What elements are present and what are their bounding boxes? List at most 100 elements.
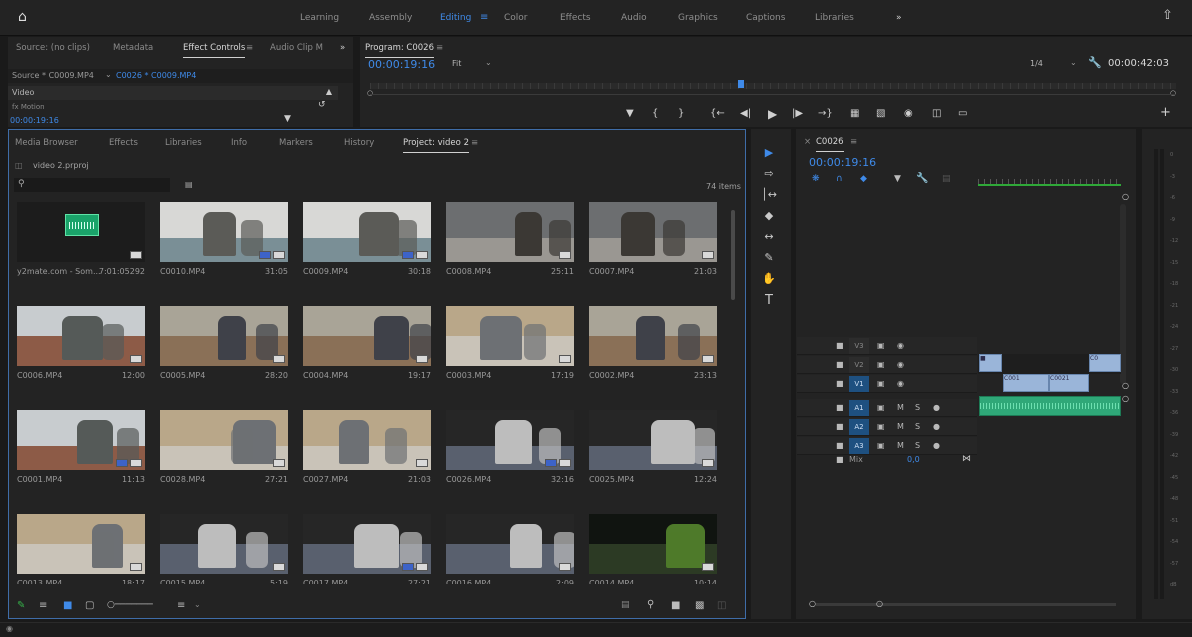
share-icon[interactable]: ⇧	[1162, 8, 1173, 23]
scroll-mid2-icon[interactable]: ○	[1122, 394, 1129, 403]
timeline-clip[interactable]: ■	[979, 354, 1002, 372]
timeline-ruler[interactable]	[978, 179, 1121, 184]
project-clip-item[interactable]: C0010.MP4 31:05	[160, 202, 288, 294]
search-icon[interactable]: ⚲	[647, 599, 654, 610]
project-clip-item[interactable]: C0009.MP4 30:18	[303, 202, 431, 294]
mark-out-icon[interactable]: }	[678, 108, 684, 119]
workspace-menu-icon[interactable]: ≡	[480, 12, 488, 23]
solo-button[interactable]: S	[915, 441, 920, 450]
zoom-end-icon[interactable]: ○	[876, 599, 883, 608]
program-monitor-title[interactable]: Program: C0026	[365, 43, 434, 58]
sync-lock-icon[interactable]: ▣	[877, 403, 885, 412]
mute-button[interactable]: M	[897, 403, 904, 412]
workspace-color[interactable]: Color	[504, 13, 528, 23]
scroll-top-icon[interactable]: ○	[1122, 192, 1129, 201]
project-clip-item[interactable]: C0003.MP4 17:19	[446, 306, 574, 398]
lock-icon[interactable]: ■	[836, 360, 844, 369]
clip-thumbnail[interactable]	[17, 306, 145, 366]
sequence-clip-label[interactable]: C0026 * C0009.MP4	[116, 71, 196, 80]
tab-effect-controls[interactable]: Effect Controls	[183, 43, 246, 58]
clip-thumbnail[interactable]	[160, 202, 288, 262]
mute-button[interactable]: M	[897, 441, 904, 450]
add-marker-icon[interactable]: ◆	[860, 174, 867, 184]
workspace-editing[interactable]: Editing	[440, 13, 471, 23]
lock-icon[interactable]: ■	[836, 379, 844, 388]
workspace-assembly[interactable]: Assembly	[369, 13, 412, 23]
project-clip-item[interactable]: C0013.MP4 18:17	[17, 514, 145, 584]
lift-icon[interactable]: ▦	[850, 108, 859, 119]
tab-info[interactable]: Info	[231, 138, 247, 148]
chevron-down-icon[interactable]: ⌄	[194, 600, 201, 609]
chevron-down-icon[interactable]: ⌄	[105, 70, 112, 79]
track-target[interactable]: V2	[849, 357, 869, 373]
zoom-start-icon[interactable]: ○	[809, 599, 816, 608]
tab-metadata[interactable]: Metadata	[113, 43, 153, 53]
track-select-icon[interactable]: ⇨	[760, 167, 778, 183]
clip-thumbnail[interactable]	[303, 514, 431, 574]
workspace-audio[interactable]: Audio	[621, 13, 647, 23]
project-clip-item[interactable]: C0005.MP4 28:20	[160, 306, 288, 398]
tab-project[interactable]: Project: video 2	[403, 138, 469, 153]
clip-thumbnail[interactable]	[589, 202, 717, 262]
microphone-icon[interactable]: ●	[933, 441, 940, 450]
project-clip-item[interactable]: C0015.MP4 5:19	[160, 514, 288, 584]
clip-thumbnail[interactable]	[589, 306, 717, 366]
captions-icon[interactable]: ▤	[942, 174, 951, 184]
fit-select[interactable]: Fit	[452, 59, 461, 68]
panel-overflow-icon[interactable]: »	[340, 43, 345, 53]
clip-thumbnail[interactable]	[589, 410, 717, 470]
project-scrollbar[interactable]	[731, 210, 735, 300]
clip-thumbnail[interactable]	[17, 410, 145, 470]
automate-icon[interactable]: ▤	[621, 600, 630, 610]
time-ruler[interactable]	[370, 83, 1176, 89]
project-clip-item[interactable]: C0008.MP4 25:11	[446, 202, 574, 294]
clip-thumbnail[interactable]	[160, 306, 288, 366]
list-view-icon[interactable]: ≡	[39, 600, 47, 611]
workspace-captions[interactable]: Captions	[746, 13, 785, 23]
marker-icon[interactable]: ▼	[894, 174, 901, 184]
workspace-learning[interactable]: Learning	[300, 13, 339, 23]
project-clip-item[interactable]: C0026.MP4 32:16	[446, 410, 574, 502]
project-clip-item[interactable]: C0027.MP4 21:03	[303, 410, 431, 502]
track-header-a2[interactable]: ■ A2 ▣ M S ●	[797, 418, 977, 436]
clip-thumbnail[interactable]	[17, 202, 145, 262]
clip-thumbnail[interactable]	[303, 306, 431, 366]
sync-lock-icon[interactable]: ▣	[877, 379, 885, 388]
lock-icon[interactable]: ■	[836, 441, 844, 450]
clip-thumbnail[interactable]	[589, 514, 717, 574]
new-bin-icon[interactable]: ■	[671, 600, 680, 611]
camera-icon[interactable]: ◉	[904, 108, 913, 119]
selection-tool-icon[interactable]: ▶	[760, 146, 778, 162]
tab-menu-icon[interactable]: ≡	[246, 43, 253, 53]
track-header-a1[interactable]: ■ A1 ▣ M S ●	[797, 399, 977, 417]
project-clip-item[interactable]: C0004.MP4 19:17	[303, 306, 431, 398]
workspace-libraries[interactable]: Libraries	[815, 13, 854, 23]
project-clip-item[interactable]: y2mate.com - Som... 7:01:05292	[17, 202, 145, 294]
home-icon[interactable]: ⌂	[18, 9, 27, 25]
project-clip-item[interactable]: C0007.MP4 21:03	[589, 202, 717, 294]
go-to-out-icon[interactable]: →}	[818, 108, 833, 119]
clip-thumbnail[interactable]	[303, 410, 431, 470]
linked-selection-icon[interactable]: ∩	[836, 174, 843, 184]
timeline-clip[interactable]: C0021	[1049, 374, 1089, 392]
close-icon[interactable]: ×	[804, 137, 811, 147]
search-input[interactable]: ⚲	[14, 178, 170, 192]
new-item-icon[interactable]: ▩	[695, 600, 704, 611]
track-target[interactable]: A1	[849, 400, 869, 416]
step-forward-icon[interactable]: |▶	[792, 108, 803, 119]
timeline-timecode[interactable]: 00:00:19:16	[809, 156, 876, 169]
lock-icon[interactable]: ■	[836, 455, 844, 464]
slip-tool-icon[interactable]: ↔	[760, 230, 778, 246]
type-tool-icon[interactable]: T	[760, 293, 778, 309]
workspace-graphics[interactable]: Graphics	[678, 13, 718, 23]
playhead[interactable]	[738, 80, 744, 88]
comparison-view-icon[interactable]: ◫	[932, 108, 941, 119]
mark-in-icon[interactable]: {	[652, 108, 658, 119]
track-target[interactable]: A2	[849, 419, 869, 435]
zoom-slider[interactable]: ○───────	[107, 600, 153, 610]
workspace-effects[interactable]: Effects	[560, 13, 591, 23]
project-clip-item[interactable]: C0025.MP4 12:24	[589, 410, 717, 502]
track-header-v2[interactable]: ■ V2 ▣ ◉	[797, 356, 977, 374]
snap-icon[interactable]: ❋	[812, 174, 820, 184]
wrench-icon[interactable]: 🔧	[916, 173, 928, 184]
